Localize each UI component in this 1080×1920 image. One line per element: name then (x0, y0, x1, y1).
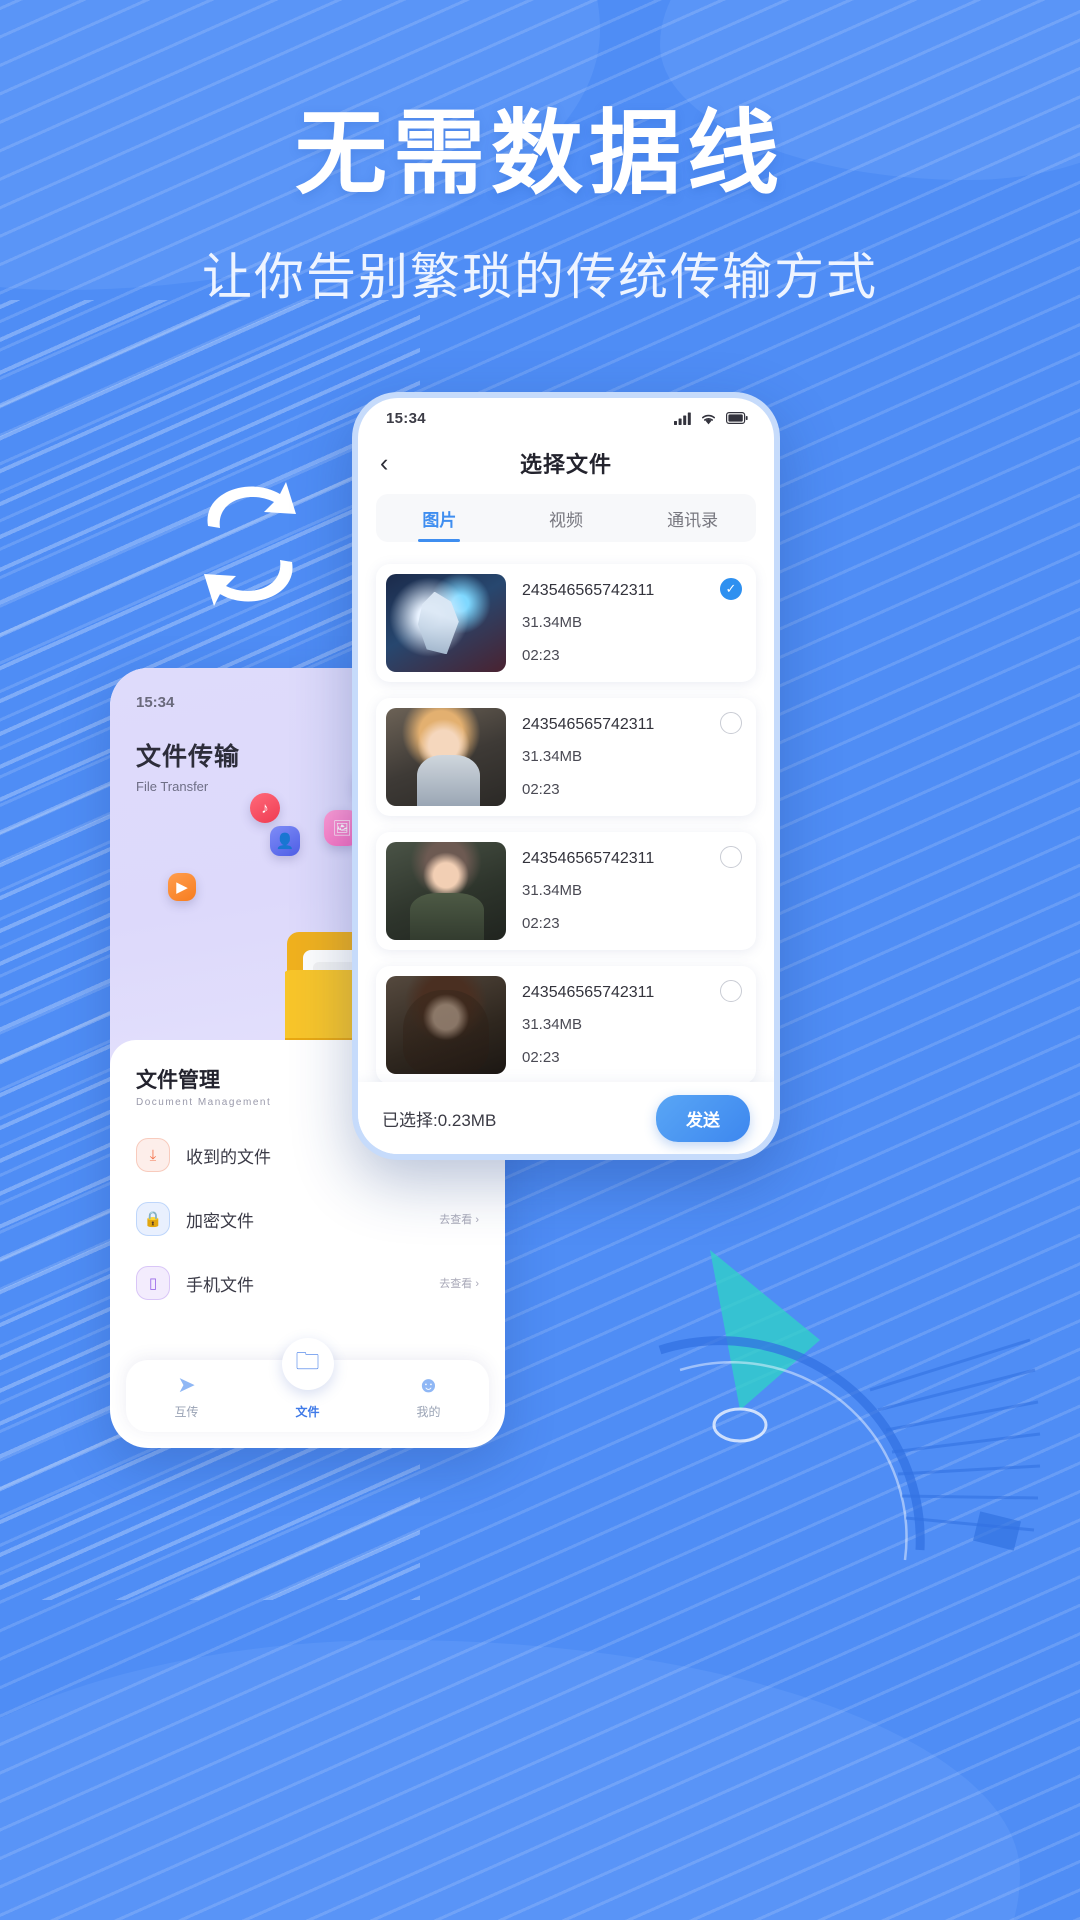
status-bar: 15:34 (358, 398, 774, 438)
file-size: 31.34MB (522, 748, 583, 765)
tab-mine-label: 我的 (416, 1405, 441, 1419)
file-checkbox-checked[interactable]: ✓ (720, 578, 742, 600)
battery-icon (726, 412, 748, 424)
file-list-item[interactable]: 243546565742311 31.34MB 02:23 (376, 832, 756, 950)
nav-bar: ‹ 选择文件 (358, 438, 774, 488)
signal-icon (674, 412, 691, 425)
tab-transfer[interactable]: ➤ 互传 (142, 1374, 232, 1420)
file-meta: 243546565742311 31.34MB 02:23 (522, 716, 742, 798)
bottom-action-bar: 已选择:0.23MB 发送 (358, 1082, 774, 1154)
list-item[interactable]: 🔒 加密文件 去查看 › (136, 1202, 479, 1236)
file-size: 31.34MB (522, 614, 583, 631)
file-thumbnail (386, 976, 506, 1074)
list-item-action[interactable]: 去查看 › (439, 1211, 479, 1227)
file-name: 243546565742311 (522, 716, 655, 733)
status-bar-icons (674, 412, 748, 425)
file-checkbox[interactable] (720, 712, 742, 734)
tab-contacts[interactable]: 通讯录 (629, 506, 756, 531)
inbox-icon: ⤓ (136, 1138, 170, 1172)
selected-size-label: 已选择:0.23MB (382, 1110, 497, 1130)
front-phone-screen: 15:34 ‹ 选择文件 图片 视频 通讯录 243546565742311 3… (358, 398, 774, 1154)
tab-files-label: 文件 (295, 1405, 320, 1419)
file-name: 243546565742311 (522, 984, 655, 1001)
wifi-icon (702, 414, 715, 424)
hero-text: 无需数据线 让你告别繁琐的传统传输方式 (0, 104, 1080, 309)
file-size: 31.34MB (522, 882, 583, 899)
file-duration: 02:23 (522, 647, 560, 664)
nav-title: 选择文件 (519, 452, 612, 477)
file-list-item[interactable]: 243546565742311 31.34MB 02:23 ✓ (376, 564, 756, 682)
file-list-item[interactable]: 243546565742311 31.34MB 02:23 (376, 966, 756, 1084)
decorative-dish-art (658, 1250, 1041, 1561)
back-phone-tabbar: ➤ 互传 🗀 文件 ☻ 我的 (126, 1338, 489, 1432)
tab-mine[interactable]: ☻ 我的 (384, 1374, 474, 1420)
send-button[interactable]: 发送 (656, 1094, 750, 1142)
lock-icon: 🔒 (136, 1202, 170, 1236)
file-list-item[interactable]: 243546565742311 31.34MB 02:23 (376, 698, 756, 816)
file-size: 31.34MB (522, 1016, 583, 1033)
file-duration: 02:23 (522, 1049, 560, 1066)
page-title: 无需数据线 (294, 100, 785, 207)
file-list: 243546565742311 31.34MB 02:23 ✓ 24354656… (358, 564, 774, 1084)
background-blob-bottom (0, 1640, 1020, 1920)
tab-bar: 图片 视频 通讯录 (376, 494, 756, 542)
file-name: 243546565742311 (522, 582, 655, 599)
list-item-label: 加密文件 (186, 1211, 254, 1231)
file-name: 243546565742311 (522, 850, 655, 867)
tab-videos[interactable]: 视频 (503, 506, 630, 531)
file-checkbox[interactable] (720, 980, 742, 1002)
file-duration: 02:23 (522, 915, 560, 932)
sync-arrows-icon (204, 482, 296, 606)
file-meta: 243546565742311 31.34MB 02:23 (522, 582, 742, 664)
folder-icon[interactable]: 🗀 (281, 1338, 334, 1390)
file-thumbnail (386, 842, 506, 940)
page-subtitle: 让你告别繁琐的传统传输方式 (202, 249, 878, 306)
file-meta: 243546565742311 31.34MB 02:23 (522, 850, 742, 932)
music-icon: ♪ (250, 793, 280, 823)
file-thumbnail (386, 574, 506, 672)
file-meta: 243546565742311 31.34MB 02:23 (522, 984, 742, 1066)
tab-files[interactable]: 🗀 文件 (263, 1338, 353, 1420)
tab-images[interactable]: 图片 (376, 506, 503, 531)
user-icon: ☻ (416, 1372, 441, 1397)
file-checkbox[interactable] (720, 846, 742, 868)
file-duration: 02:23 (522, 781, 560, 798)
list-item-action[interactable]: 去查看 › (439, 1275, 479, 1291)
front-phone-mockup: 15:34 ‹ 选择文件 图片 视频 通讯录 243546565742311 3… (352, 392, 780, 1160)
play-icon: ▶ (168, 873, 196, 901)
promo-screen: 无需数据线 让你告别繁琐的传统传输方式 15:34 文件传输 File Tran… (0, 0, 1080, 1920)
contact-icon: 👤 (270, 826, 300, 856)
list-item-label: 手机文件 (186, 1275, 254, 1295)
phone-icon: ▯ (136, 1266, 170, 1300)
tab-transfer-label: 互传 (174, 1405, 199, 1419)
list-item[interactable]: ▯ 手机文件 去查看 › (136, 1266, 479, 1300)
send-icon: ➤ (177, 1372, 196, 1397)
status-bar-time: 15:34 (386, 409, 426, 427)
file-thumbnail (386, 708, 506, 806)
